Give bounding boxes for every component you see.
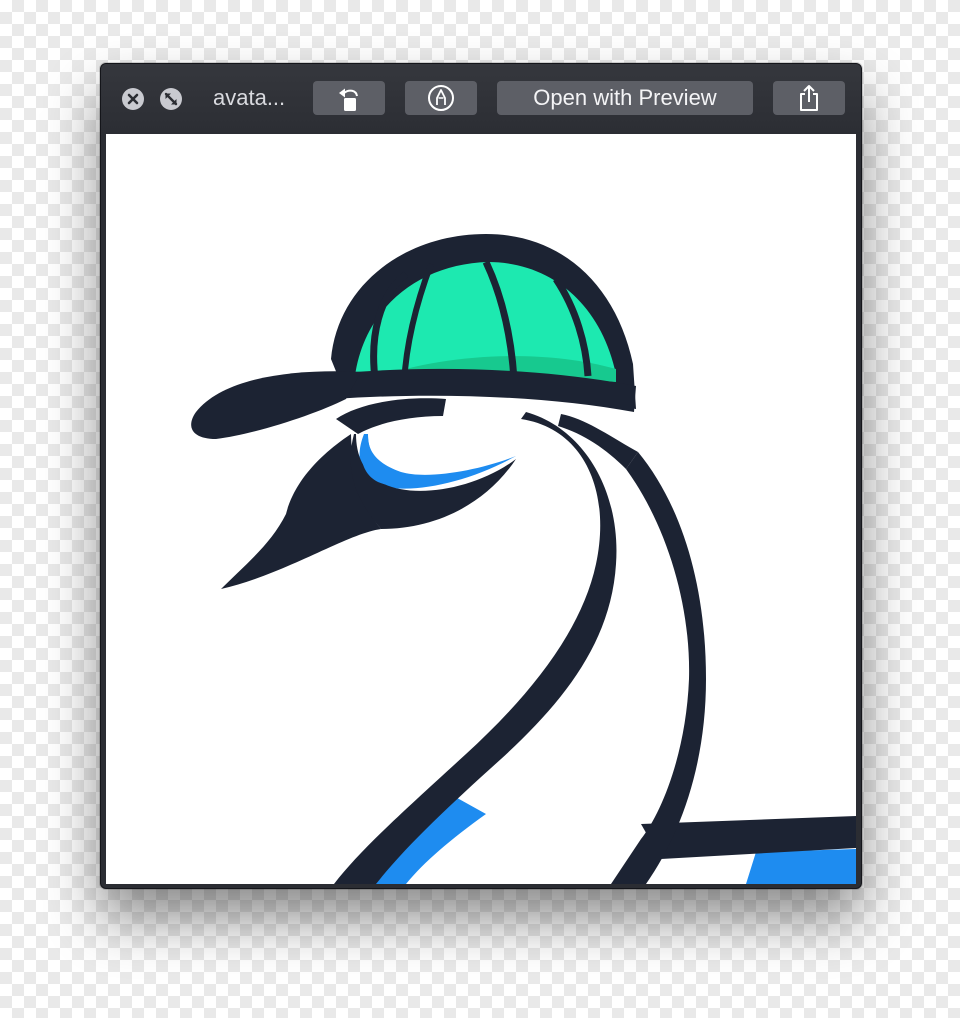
image-preview-area [106, 134, 856, 884]
share-button[interactable] [773, 81, 845, 115]
rotate-left-icon [339, 88, 358, 111]
close-button[interactable] [122, 88, 144, 110]
fullscreen-arrows-icon [164, 92, 178, 106]
quick-look-window: avata... Open with Preview [100, 63, 862, 889]
close-x-icon [127, 93, 139, 105]
rotate-button[interactable] [313, 81, 385, 115]
fullscreen-button[interactable] [160, 88, 182, 110]
markup-pen-icon [428, 85, 454, 111]
window-title: avata... [213, 85, 286, 110]
title-bar: avata... Open with Preview [101, 64, 861, 132]
goose-mascot-image [191, 234, 856, 884]
share-icon [800, 85, 818, 111]
markup-button[interactable] [405, 81, 477, 115]
open-with-preview-button[interactable]: Open with Preview [497, 81, 753, 115]
